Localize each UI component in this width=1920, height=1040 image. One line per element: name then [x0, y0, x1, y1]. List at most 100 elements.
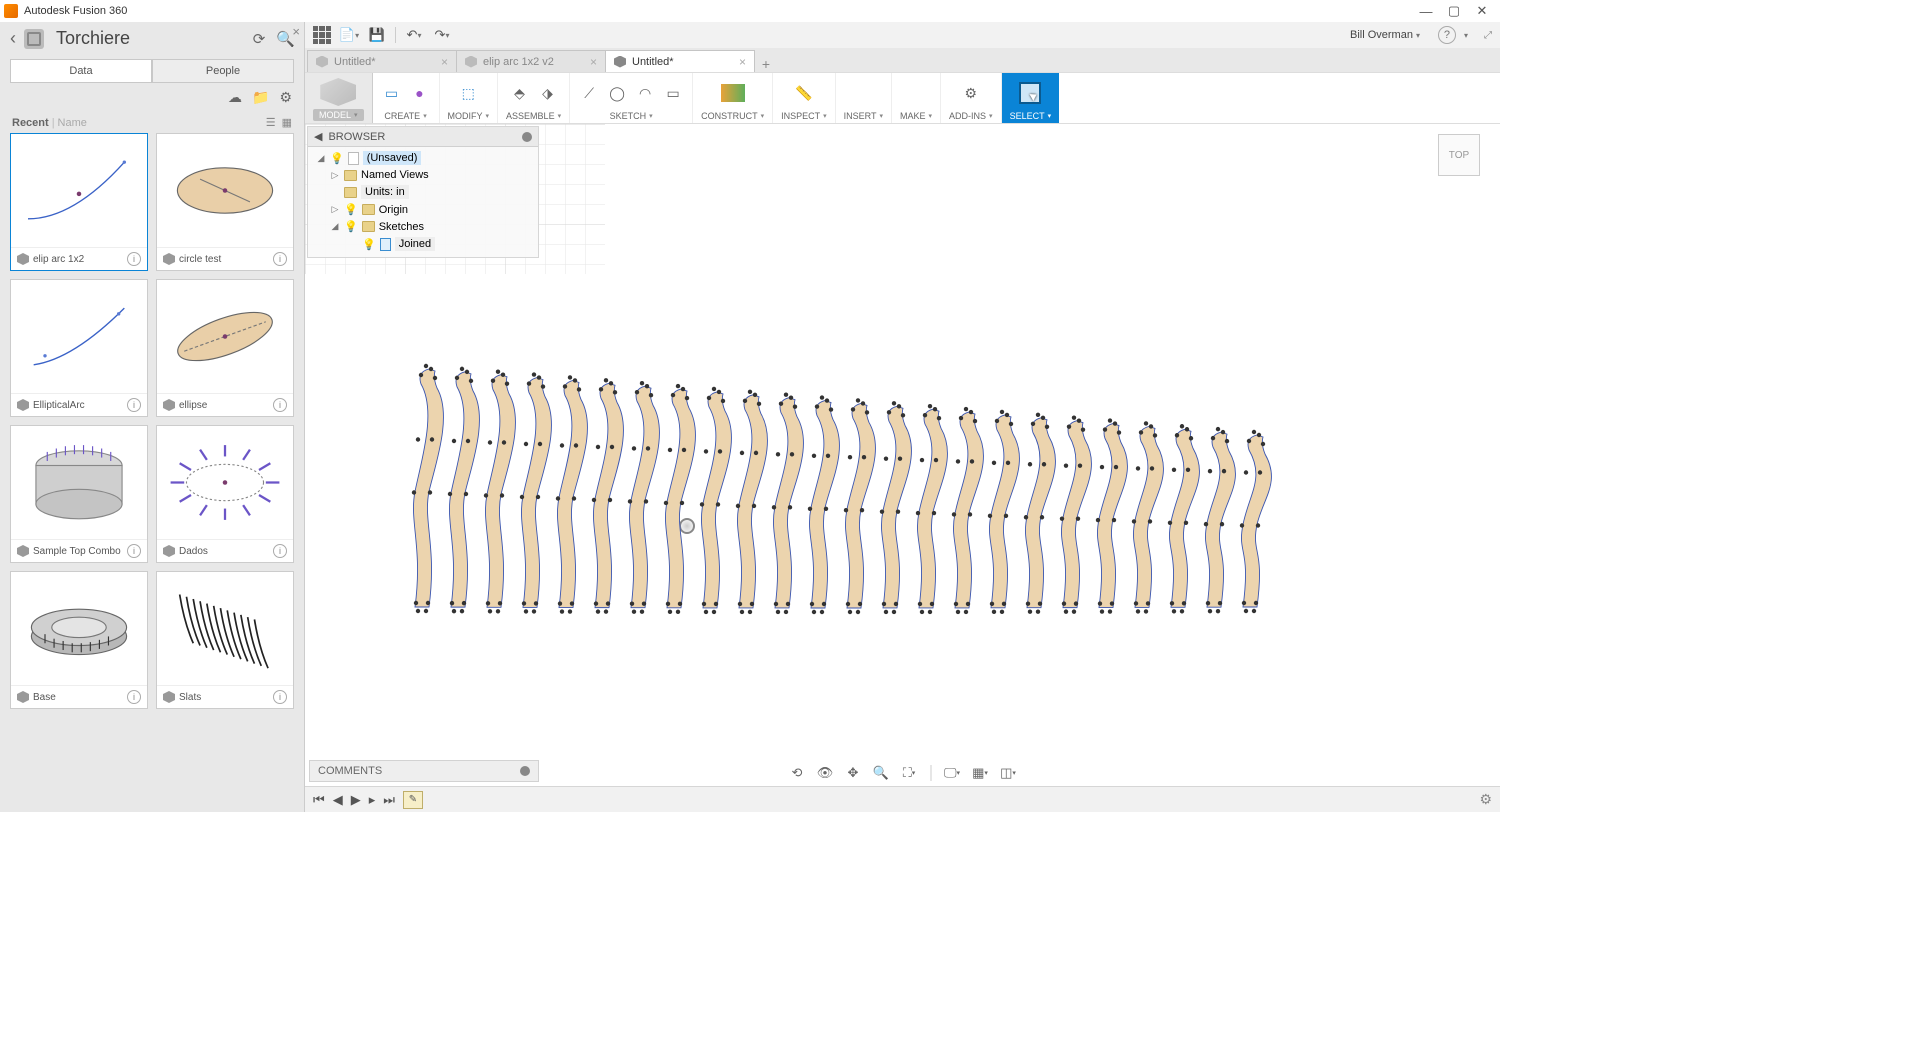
settings-icon[interactable]: ⚙	[279, 89, 292, 106]
close-panel-button[interactable]: ×	[292, 24, 300, 39]
save-icon[interactable]: 💾	[367, 25, 387, 45]
display-settings-icon[interactable]: 🖵▾	[943, 764, 961, 782]
arc-icon[interactable]: ◠	[634, 82, 656, 104]
workspace-switcher[interactable]: MODEL	[305, 73, 373, 123]
rect-icon[interactable]: ▭	[662, 82, 684, 104]
timeline-end-icon[interactable]: ⏭	[383, 792, 395, 808]
toolbar-assemble[interactable]: ⬘⬗ ASSEMBLE	[498, 73, 570, 123]
circle-icon[interactable]: ◯	[606, 82, 628, 104]
document-tab[interactable]: Untitled*×	[307, 50, 457, 72]
asset-card[interactable]: Slatsi	[156, 571, 294, 709]
browser-node-joined[interactable]: 💡Joined	[312, 235, 538, 253]
presspull-icon[interactable]: ⬚	[457, 82, 479, 104]
look-icon[interactable]: 👁	[816, 764, 834, 782]
model-canvas[interactable]: TOP ◀BROWSER ◢💡(Unsaved) ▷Named Views Un…	[305, 124, 1500, 812]
viewcube[interactable]: TOP	[1438, 134, 1480, 176]
upload-icon[interactable]: ☁	[228, 89, 242, 106]
data-panel-toggle-icon[interactable]	[313, 26, 331, 44]
new-tab-button[interactable]: +	[754, 56, 778, 72]
timeline-start-icon[interactable]: ⏮	[313, 792, 325, 808]
browser-node-units[interactable]: Units: in	[312, 183, 538, 201]
asset-card[interactable]: ellipsei	[156, 279, 294, 417]
zoom-icon[interactable]: 🔍	[872, 764, 890, 782]
info-icon[interactable]: i	[273, 690, 287, 704]
toolbar-modify[interactable]: ⬚ MODIFY	[440, 73, 499, 123]
line-icon[interactable]: ⟋	[578, 82, 600, 104]
grid-settings-icon[interactable]: ▦▾	[971, 764, 989, 782]
timeline-settings-icon[interactable]: ⚙	[1479, 791, 1492, 808]
refresh-icon[interactable]: ⟳	[250, 30, 268, 48]
comments-expand-icon[interactable]	[520, 766, 530, 776]
asset-card[interactable]: EllipticalArci	[10, 279, 148, 417]
browser-node-origin[interactable]: ▷💡Origin	[312, 201, 538, 218]
asset-card[interactable]: Dadosi	[156, 425, 294, 563]
info-icon[interactable]: i	[127, 690, 141, 704]
lightbulb-icon[interactable]: 💡	[330, 152, 344, 165]
close-tab-icon[interactable]: ×	[739, 55, 746, 69]
scripts-icon[interactable]: ⚙	[960, 82, 982, 104]
browser-node-sketches[interactable]: ◢💡Sketches	[312, 218, 538, 235]
document-tab[interactable]: Untitled*×	[605, 50, 755, 72]
toolbar-addins[interactable]: ⚙ ADD-INS	[941, 73, 1002, 123]
toolbar-construct[interactable]: CONSTRUCT	[693, 73, 773, 123]
info-icon[interactable]: i	[273, 544, 287, 558]
minimize-button[interactable]: —	[1412, 1, 1440, 21]
tab-data[interactable]: Data	[10, 59, 152, 83]
joint-icon[interactable]: ⬘	[509, 82, 531, 104]
info-icon[interactable]: i	[273, 398, 287, 412]
undo-icon[interactable]: ↶▾	[404, 25, 424, 45]
lightbulb-icon[interactable]: 💡	[362, 238, 376, 251]
viewport-icon[interactable]: ◫▾	[999, 764, 1017, 782]
user-name[interactable]: Bill Overman	[1350, 29, 1413, 41]
timeline-feature-sketch[interactable]: ✎	[403, 791, 423, 809]
timeline-play-icon[interactable]: ▸	[369, 792, 376, 808]
toolbar-sketch[interactable]: ⟋◯◠▭ SKETCH	[570, 73, 693, 123]
redo-icon[interactable]: ↷▾	[432, 25, 452, 45]
info-icon[interactable]: i	[127, 398, 141, 412]
tab-people[interactable]: People	[152, 59, 294, 83]
maximize-button[interactable]: ▢	[1440, 1, 1468, 21]
toolbar-inspect[interactable]: 📏 INSPECT	[773, 73, 836, 123]
browser-node-root[interactable]: ◢💡(Unsaved)	[312, 149, 538, 167]
lightbulb-icon[interactable]: 💡	[344, 220, 358, 233]
expand-icon[interactable]: ⤢	[1484, 30, 1492, 41]
measure-icon[interactable]: 📏	[793, 82, 815, 104]
browser-pin-icon[interactable]	[522, 132, 532, 142]
close-tab-icon[interactable]: ×	[441, 55, 448, 69]
search-icon[interactable]: 🔍	[276, 30, 294, 48]
grid-view-icon[interactable]: ▦	[282, 116, 292, 129]
asset-card[interactable]: elip arc 1x2i	[10, 133, 148, 271]
orbit-icon[interactable]: ⟲	[788, 764, 806, 782]
back-button[interactable]: ‹	[10, 28, 16, 49]
box-icon[interactable]: ▭	[381, 82, 403, 104]
timeline-prev-icon[interactable]: ◀	[333, 792, 343, 808]
comments-bar[interactable]: COMMENTS	[309, 760, 539, 782]
joint2-icon[interactable]: ⬗	[537, 82, 559, 104]
browser-node-named-views[interactable]: ▷Named Views	[312, 167, 538, 183]
sphere-icon[interactable]: ●	[409, 82, 431, 104]
new-folder-icon[interactable]: 📁	[252, 89, 269, 106]
close-tab-icon[interactable]: ×	[590, 55, 597, 69]
asset-card[interactable]: Basei	[10, 571, 148, 709]
list-view-icon[interactable]: ☰	[266, 116, 276, 129]
info-icon[interactable]: i	[127, 252, 141, 266]
info-icon[interactable]: i	[273, 252, 287, 266]
plane-icon[interactable]	[721, 84, 745, 102]
asset-card[interactable]: Sample Top Comboi	[10, 425, 148, 563]
asset-card[interactable]: circle testi	[156, 133, 294, 271]
browser-collapse-icon[interactable]: ◀	[314, 130, 322, 143]
close-window-button[interactable]: ✕	[1468, 1, 1496, 21]
file-menu-icon[interactable]: 📄▾	[339, 25, 359, 45]
document-tab[interactable]: elip arc 1x2 v2×	[456, 50, 606, 72]
timeline-next-icon[interactable]: ▶	[351, 792, 361, 808]
toolbar-insert[interactable]: INSERT	[836, 73, 892, 123]
info-icon[interactable]: i	[127, 544, 141, 558]
toolbar-make[interactable]: MAKE	[892, 73, 941, 123]
toolbar-create[interactable]: ▭ ● CREATE	[373, 73, 440, 123]
name-sort[interactable]: Name	[58, 117, 87, 129]
help-icon[interactable]: ?	[1438, 26, 1456, 44]
pan-icon[interactable]: ✥	[844, 764, 862, 782]
lightbulb-icon[interactable]: 💡	[344, 203, 358, 216]
fit-icon[interactable]: ⛶▾	[900, 764, 918, 782]
toolbar-select[interactable]: SELECT	[1002, 73, 1060, 123]
